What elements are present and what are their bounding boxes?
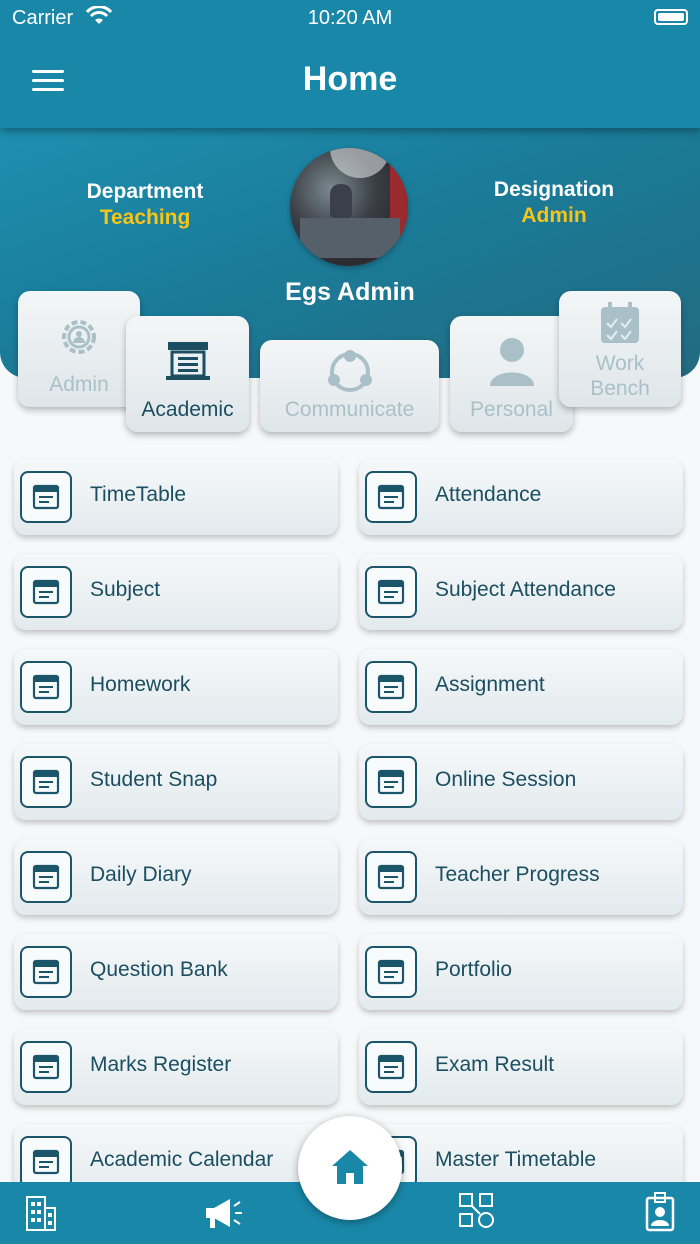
feature-card[interactable]: Subject Attendance	[359, 554, 683, 630]
tab-academic-label: Academic	[141, 398, 234, 421]
designation-label: Designation	[493, 178, 615, 201]
feature-card[interactable]: Teacher Progress	[359, 839, 683, 915]
department-block: Department Teaching	[75, 180, 215, 230]
feature-card[interactable]: Assignment	[359, 649, 683, 725]
student-snap-icon	[20, 756, 72, 808]
gear-icon	[62, 320, 96, 354]
tab-personal-label: Personal	[470, 398, 553, 421]
id-badge-icon[interactable]	[645, 1192, 675, 1232]
attendance-icon	[365, 471, 417, 523]
tab-admin-label: Admin	[49, 373, 109, 396]
feature-card[interactable]: Homework	[14, 649, 338, 725]
status-bar: Carrier 10:20 AM	[0, 0, 700, 36]
feature-card[interactable]: Marks Register	[14, 1029, 338, 1105]
subject-attendance-icon	[365, 566, 417, 618]
feature-card-label: Subject	[90, 578, 161, 601]
community-icon	[327, 350, 372, 392]
tab-personal[interactable]: Personal	[450, 316, 573, 432]
feature-card[interactable]: Daily Diary	[14, 839, 338, 915]
marks-register-icon	[20, 1041, 72, 1093]
feature-card-label: Teacher Progress	[435, 863, 600, 886]
person-icon	[489, 338, 534, 386]
feature-card-label: Homework	[90, 673, 191, 696]
department-label: Department	[86, 180, 204, 203]
feature-card[interactable]: Online Session	[359, 744, 683, 820]
feature-card-label: Question Bank	[90, 958, 228, 981]
apps-icon[interactable]	[458, 1192, 496, 1232]
home-icon	[332, 1150, 368, 1184]
feature-card-label: Assignment	[435, 673, 545, 696]
subject-icon	[20, 566, 72, 618]
assignment-icon	[365, 661, 417, 713]
feature-card-label: Academic Calendar	[90, 1148, 274, 1171]
tab-academic[interactable]: Academic	[126, 316, 249, 432]
online-session-icon	[365, 756, 417, 808]
feature-card-label: Attendance	[435, 483, 542, 506]
designation-value: Admin	[521, 204, 587, 227]
building-icon[interactable]	[24, 1194, 58, 1232]
feature-card-label: Subject Attendance	[435, 578, 616, 601]
feature-card-label: Exam Result	[435, 1053, 555, 1076]
page-title: Home	[302, 60, 398, 98]
feature-card[interactable]: Attendance	[359, 459, 683, 535]
tab-communicate[interactable]: Communicate	[260, 340, 439, 432]
feature-card[interactable]: Student Snap	[14, 744, 338, 820]
feature-card-label: Student Snap	[90, 768, 218, 791]
feature-card-label: Portfolio	[435, 958, 513, 981]
calendar-check-icon	[601, 302, 639, 343]
tab-admin[interactable]: Admin	[18, 291, 140, 407]
tab-communicate-label: Communicate	[284, 398, 415, 421]
academic-calendar-icon	[20, 1136, 72, 1188]
feature-card-label: TimeTable	[90, 483, 187, 506]
feature-card-label: Online Session	[435, 768, 577, 791]
feature-card[interactable]: Portfolio	[359, 934, 683, 1010]
tab-workbench-label-line2: Bench	[590, 377, 650, 400]
homework-icon	[20, 661, 72, 713]
clock: 10:20 AM	[307, 7, 393, 29]
feature-card-label: Daily Diary	[90, 863, 192, 886]
feature-card[interactable]: Exam Result	[359, 1029, 683, 1105]
battery-icon	[654, 9, 688, 25]
teacher-progress-icon	[365, 851, 417, 903]
feature-card[interactable]: Question Bank	[14, 934, 338, 1010]
megaphone-icon[interactable]	[204, 1196, 244, 1230]
feature-card[interactable]: TimeTable	[14, 459, 338, 535]
tab-workbench-label-line1: Work	[595, 352, 645, 375]
question-bank-icon	[20, 946, 72, 998]
exam-result-icon	[365, 1041, 417, 1093]
designation-block: Designation Admin	[484, 178, 624, 228]
department-value: Teaching	[99, 206, 191, 229]
tab-workbench[interactable]: Work Bench	[559, 291, 681, 407]
portfolio-icon	[365, 946, 417, 998]
daily-diary-icon	[20, 851, 72, 903]
feature-card[interactable]: Subject	[14, 554, 338, 630]
timetable-icon	[20, 471, 72, 523]
feature-card-label: Marks Register	[90, 1053, 232, 1076]
home-button[interactable]	[298, 1116, 402, 1220]
school-building-icon	[165, 342, 210, 380]
feature-card-label: Master Timetable	[435, 1148, 597, 1171]
avatar[interactable]	[290, 148, 408, 266]
